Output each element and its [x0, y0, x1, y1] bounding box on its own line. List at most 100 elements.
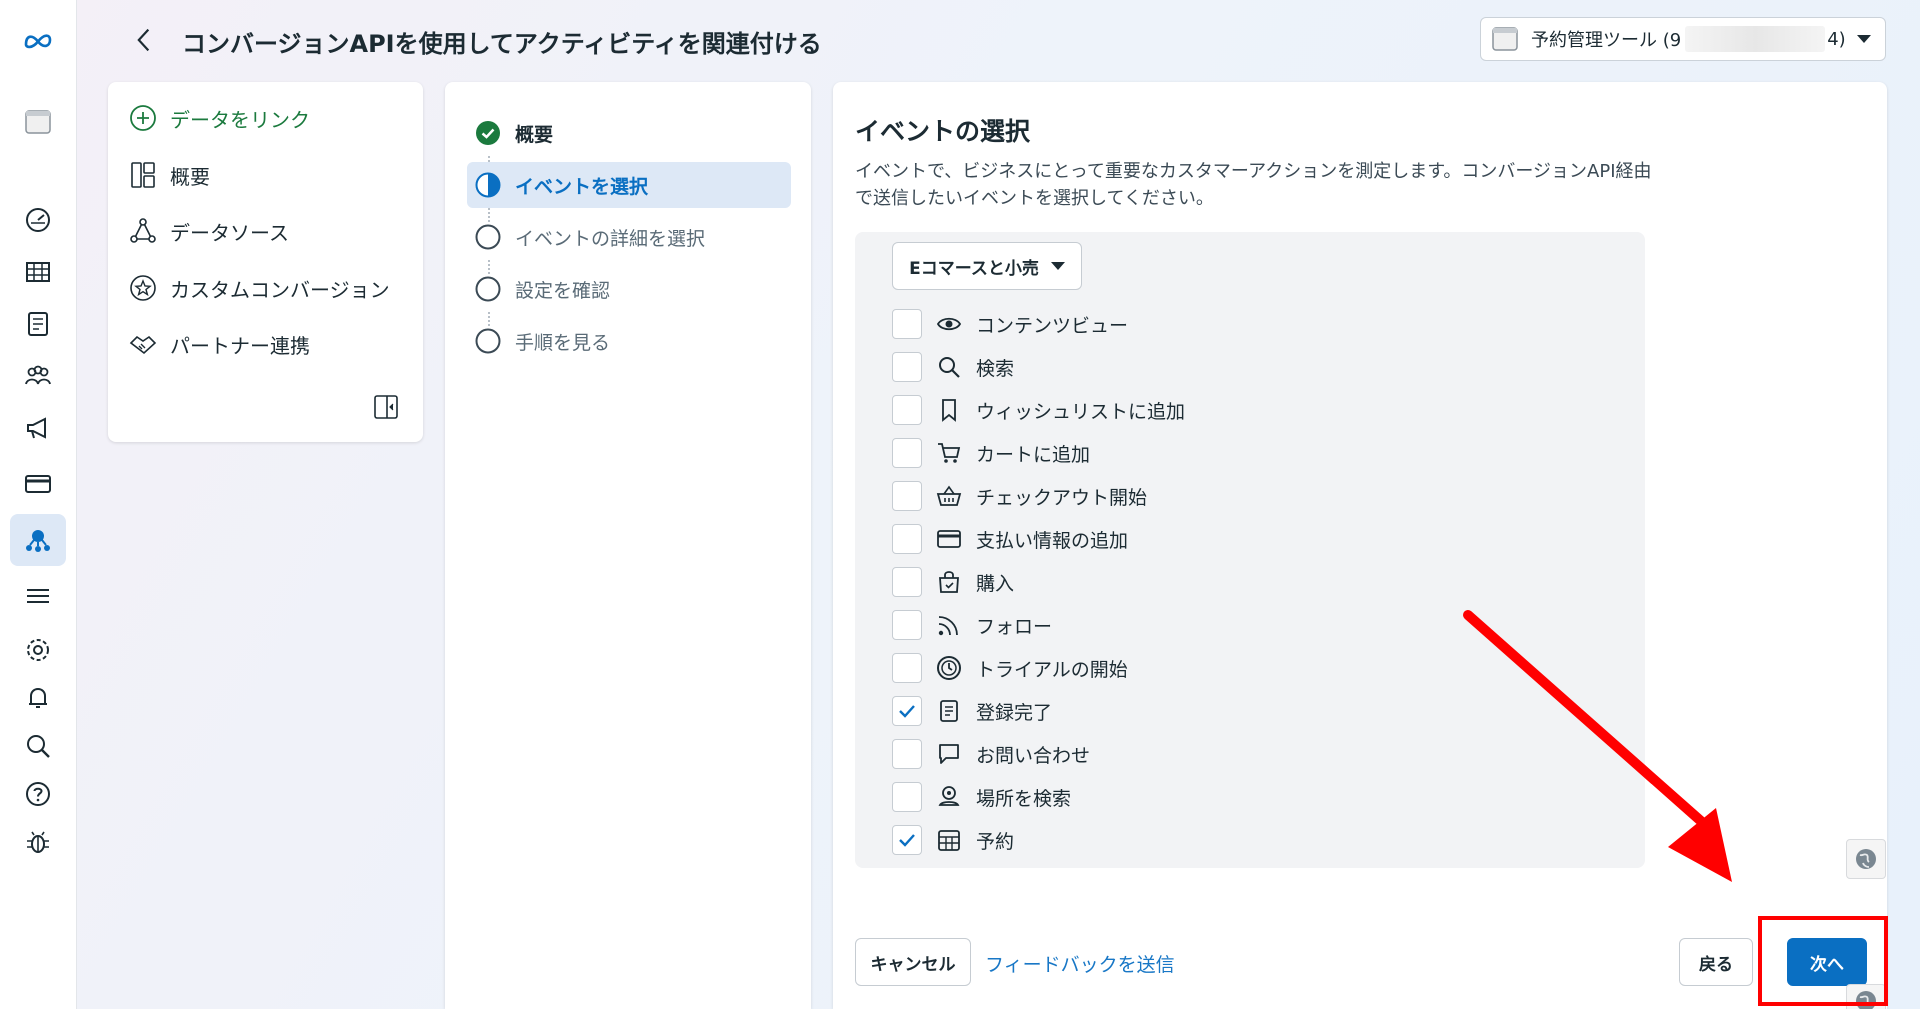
- search-icon: [939, 357, 960, 378]
- page-header: コンバージョンAPIを使用してアクティビティを関連付ける 予約管理ツール (9 …: [76, 0, 1920, 80]
- empty-circle-icon: [475, 328, 501, 354]
- menu-icon[interactable]: [10, 570, 66, 622]
- event-label: お問い合わせ: [976, 744, 1091, 767]
- event-checkbox[interactable]: [892, 438, 922, 468]
- event-row-schedule[interactable]: 予約: [892, 820, 1014, 860]
- event-checkbox[interactable]: [892, 309, 922, 339]
- people-group-icon[interactable]: [10, 350, 66, 402]
- event-label: 購入: [976, 572, 1015, 595]
- table-icon[interactable]: [10, 246, 66, 298]
- nav-overview[interactable]: 概要: [128, 155, 210, 195]
- megaphone-icon[interactable]: [10, 402, 66, 454]
- event-checkbox[interactable]: [892, 567, 922, 597]
- half-circle-progress-icon: [475, 172, 501, 198]
- event-label: 検索: [976, 357, 1015, 380]
- back-chevron-icon[interactable]: [126, 22, 162, 58]
- event-row-subscribe[interactable]: フォロー: [892, 605, 1052, 645]
- category-dropdown[interactable]: Eコマースと小売: [892, 242, 1082, 290]
- caret-down-icon: [1857, 35, 1871, 43]
- nav-data-sources[interactable]: データソース: [128, 211, 289, 251]
- nav-link-data[interactable]: データをリンク: [128, 98, 310, 138]
- step-label: 手順を見る: [515, 331, 611, 354]
- step-label: イベントの詳細を選択: [515, 227, 706, 250]
- business-account-icon[interactable]: [10, 96, 66, 148]
- nav-custom-conversions[interactable]: カスタムコンバージョン: [128, 268, 390, 308]
- category-label: Eコマースと小売: [909, 258, 1039, 279]
- event-row-complete-registration[interactable]: 登録完了: [892, 691, 1052, 731]
- event-row-find-location[interactable]: 場所を検索: [892, 777, 1071, 817]
- step-overview[interactable]: 概要: [467, 110, 791, 156]
- chat-bubble-icon: [939, 744, 959, 764]
- event-label: フォロー: [976, 615, 1053, 638]
- dashboard-layout-icon: [131, 162, 155, 188]
- empty-circle-icon: [475, 276, 501, 302]
- star-circle-icon: [130, 275, 156, 301]
- billing-card-icon[interactable]: [10, 458, 66, 510]
- eye-icon: [936, 317, 962, 331]
- events-manager-icon[interactable]: [10, 514, 66, 566]
- cancel-button[interactable]: キャンセル: [855, 938, 971, 986]
- event-checkbox[interactable]: [892, 352, 922, 382]
- event-label: ウィッシュリストに追加: [976, 400, 1186, 423]
- bug-report-icon[interactable]: [10, 816, 66, 868]
- event-checkbox[interactable]: [892, 653, 922, 683]
- events-manager-nav: データをリンク 概要 データソース カスタムコンバージョン パートナー連携: [108, 82, 423, 442]
- check-circle-icon: [476, 121, 500, 145]
- search-icon[interactable]: [10, 720, 66, 772]
- event-checkbox[interactable]: [892, 782, 922, 812]
- meta-logo-icon[interactable]: [10, 14, 66, 66]
- event-row-add-to-wishlist[interactable]: ウィッシュリストに追加: [892, 390, 1185, 430]
- annotation-highlight-box: [1758, 916, 1888, 1006]
- event-label: トライアルの開始: [976, 658, 1128, 681]
- empty-circle-icon: [475, 224, 501, 250]
- nav-item-label: 概要: [170, 164, 210, 189]
- nav-partner-integrations[interactable]: パートナー連携: [128, 324, 310, 364]
- network-nodes-icon: [130, 218, 156, 243]
- notification-bell-icon[interactable]: [10, 672, 66, 724]
- event-label: 場所を検索: [976, 787, 1072, 810]
- back-button[interactable]: 戻る: [1679, 938, 1753, 986]
- business-asset-icon: [1492, 27, 1518, 51]
- event-row-purchase[interactable]: 購入: [892, 562, 1014, 602]
- settings-gear-icon[interactable]: [10, 624, 66, 676]
- event-checkbox[interactable]: [892, 524, 922, 554]
- event-checkbox[interactable]: [892, 610, 922, 640]
- globe-icon[interactable]: [1846, 839, 1886, 879]
- event-row-view-content[interactable]: コンテンツビュー: [892, 304, 1128, 344]
- help-icon[interactable]: [10, 768, 66, 820]
- step-select-events[interactable]: イベントを選択: [467, 162, 791, 208]
- send-feedback-link[interactable]: フィードバックを送信: [985, 950, 1175, 977]
- event-checkbox-checked[interactable]: [892, 825, 922, 855]
- step-label: イベントを選択: [515, 175, 649, 198]
- nav-item-label: データをリンク: [170, 107, 310, 132]
- event-checkbox[interactable]: [892, 395, 922, 425]
- event-row-initiate-checkout[interactable]: チェックアウト開始: [892, 476, 1147, 516]
- shopping-bag-icon: [939, 571, 959, 593]
- event-row-add-to-cart[interactable]: カートに追加: [892, 433, 1090, 473]
- document-list-icon[interactable]: [10, 298, 66, 350]
- event-checkbox-checked[interactable]: [892, 696, 922, 726]
- location-pin-icon: [938, 786, 960, 806]
- event-row-contact[interactable]: お問い合わせ: [892, 734, 1090, 774]
- clock-icon: [937, 656, 961, 680]
- nav-item-label: パートナー連携: [170, 333, 310, 358]
- plus-circle-icon: [130, 105, 156, 131]
- nav-item-label: カスタムコンバージョン: [170, 277, 390, 302]
- asset-selector-dropdown[interactable]: 予約管理ツール (9 4): [1480, 17, 1886, 61]
- event-checkbox[interactable]: [892, 481, 922, 511]
- step-event-details[interactable]: イベントの詳細を選択: [467, 214, 791, 260]
- global-nav-rail: [0, 0, 77, 1009]
- credit-card-icon: [937, 530, 961, 548]
- step-review-settings[interactable]: 設定を確認: [467, 266, 791, 312]
- event-checkbox[interactable]: [892, 739, 922, 769]
- step-label: 概要: [515, 123, 554, 146]
- step-view-instructions[interactable]: 手順を見る: [467, 318, 791, 364]
- event-row-search[interactable]: 検索: [892, 347, 1014, 387]
- collapse-sidebar-icon[interactable]: [373, 394, 399, 420]
- event-row-start-trial[interactable]: トライアルの開始: [892, 648, 1128, 688]
- rss-icon: [938, 616, 958, 636]
- asset-selector-tail: 4): [1827, 28, 1846, 50]
- gauge-icon[interactable]: [10, 194, 66, 246]
- basket-icon: [936, 485, 962, 506]
- event-row-add-payment-info[interactable]: 支払い情報の追加: [892, 519, 1128, 559]
